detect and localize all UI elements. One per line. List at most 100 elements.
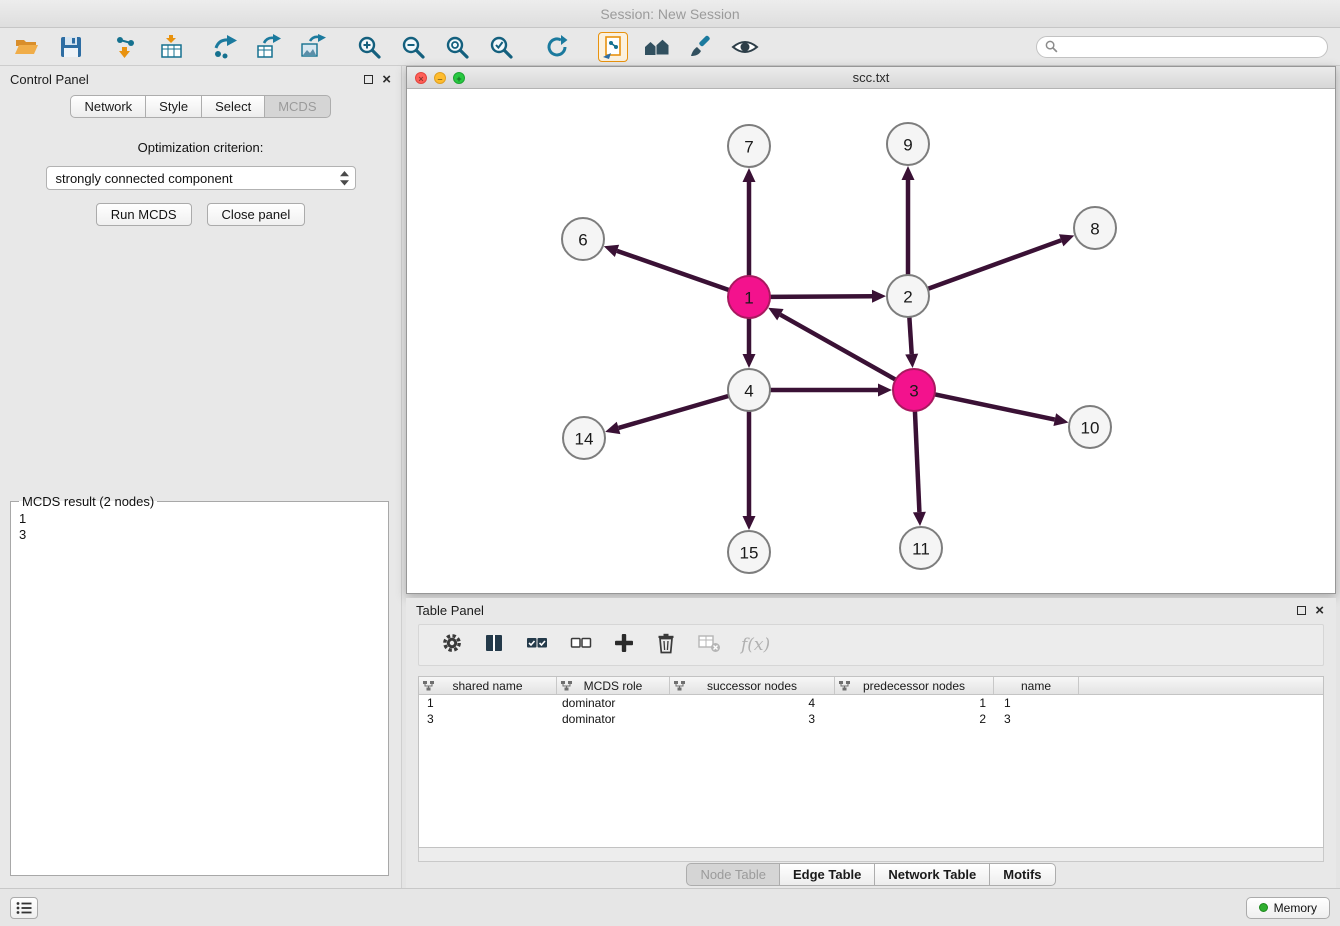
search-icon (1045, 40, 1058, 53)
graph-edge-arrowhead (878, 384, 892, 397)
tab-node-table[interactable]: Node Table (686, 863, 780, 886)
tab-network-table[interactable]: Network Table (875, 863, 990, 886)
mcds-result-box[interactable]: MCDS result (2 nodes) 1 3 (10, 494, 389, 876)
search-field[interactable] (1036, 36, 1328, 58)
column-header-shared-name[interactable]: shared name (419, 677, 557, 694)
style-brush-icon[interactable] (686, 32, 716, 62)
cell-successor-nodes: 4 (670, 696, 835, 710)
network-canvas[interactable]: 1234678910111415 (407, 89, 1335, 593)
graph-node-label: 8 (1090, 220, 1099, 239)
memory-status-icon (1259, 903, 1268, 912)
graph-edge-arrowhead (1053, 413, 1068, 426)
delete-table-icon (697, 633, 721, 658)
export-network-icon[interactable] (210, 32, 240, 62)
table-panel-title: Table Panel (416, 603, 484, 618)
export-image-icon[interactable] (298, 32, 328, 62)
graph-edge-1-6 (617, 251, 729, 290)
import-network-icon[interactable] (112, 32, 142, 62)
tab-select[interactable]: Select (202, 95, 265, 118)
deselect-all-rows-icon[interactable] (569, 632, 593, 659)
cell-predecessor-nodes: 1 (835, 696, 994, 710)
duplicate-network-icon[interactable] (598, 32, 628, 62)
close-panel-icon[interactable]: × (382, 75, 391, 84)
save-session-icon[interactable] (56, 32, 86, 62)
graph-node-label: 1 (744, 289, 753, 308)
graph-edge-arrowhead (743, 354, 756, 368)
graph-edge-arrowhead (604, 245, 619, 257)
network-overview-icon[interactable] (642, 32, 672, 62)
graph-edge-1-2 (770, 296, 872, 297)
import-table-icon[interactable] (156, 32, 186, 62)
status-bar: Memory (0, 888, 1340, 926)
graph-node-label: 9 (903, 136, 912, 155)
float-table-panel-icon[interactable] (1297, 606, 1306, 615)
column-edit-icon (423, 681, 434, 691)
graph-node-label: 7 (744, 138, 753, 157)
graph-edge-3-11 (915, 411, 919, 512)
close-panel-button[interactable]: Close panel (207, 203, 306, 226)
tab-network[interactable]: Network (70, 95, 146, 118)
cell-shared-name: 1 (419, 696, 557, 710)
column-header-successor-nodes[interactable]: successor nodes (670, 677, 835, 694)
search-input[interactable] (1058, 40, 1319, 54)
tab-style[interactable]: Style (146, 95, 202, 118)
minimize-window-icon[interactable]: – (434, 72, 446, 84)
column-header-mcds-role[interactable]: MCDS role (557, 677, 670, 694)
table-settings-gear-icon[interactable] (441, 632, 463, 659)
table-header-row: shared name MCDS role successor nodes pr… (419, 677, 1323, 695)
zoom-out-icon[interactable] (398, 32, 428, 62)
task-history-button[interactable] (10, 897, 38, 919)
zoom-fit-icon[interactable] (442, 32, 472, 62)
column-edit-icon (674, 681, 685, 691)
tab-motifs[interactable]: Motifs (990, 863, 1055, 886)
table-horizontal-scrollbar[interactable] (418, 848, 1324, 862)
graph-edge-3-1 (780, 315, 895, 380)
run-mcds-button[interactable]: Run MCDS (96, 203, 192, 226)
cell-mcds-role: dominator (557, 696, 670, 710)
close-table-panel-icon[interactable]: × (1315, 606, 1324, 615)
control-panel-tabs: Network Style Select MCDS (0, 95, 401, 118)
cell-shared-name: 3 (419, 712, 557, 726)
graph-node-label: 10 (1081, 419, 1100, 438)
window-title: Session: New Session (0, 0, 1340, 28)
network-view-window: × – + scc.txt 1234678910111415 (406, 66, 1336, 594)
delete-column-trash-icon[interactable] (655, 632, 677, 659)
export-table-icon[interactable] (254, 32, 284, 62)
column-header-name[interactable]: name (994, 677, 1079, 694)
optimization-criterion-select[interactable]: strongly connected component (46, 166, 356, 190)
optimization-criterion-label: Optimization criterion: (0, 140, 401, 155)
zoom-in-icon[interactable] (354, 32, 384, 62)
graph-edge-arrowhead (913, 512, 926, 526)
show-columns-icon[interactable] (483, 632, 505, 659)
table-row[interactable]: 3 dominator 3 2 3 (419, 711, 1323, 727)
dropdown-value: strongly connected component (56, 171, 233, 186)
graph-edge-3-10 (935, 394, 1055, 419)
close-window-icon[interactable]: × (415, 72, 427, 84)
add-column-plus-icon[interactable] (613, 632, 635, 659)
tab-mcds[interactable]: MCDS (265, 95, 330, 118)
column-edit-icon (561, 681, 572, 691)
table-row[interactable]: 1 dominator 4 1 1 (419, 695, 1323, 711)
graph-edge-arrowhead (872, 290, 886, 303)
float-panel-icon[interactable] (364, 75, 373, 84)
select-all-rows-icon[interactable] (525, 632, 549, 659)
dropdown-stepper-icon (340, 171, 349, 186)
graph-edge-arrowhead (743, 168, 756, 182)
graph-edge-arrowhead (1059, 234, 1074, 246)
tab-edge-table[interactable]: Edge Table (780, 863, 875, 886)
graph-node-label: 3 (909, 382, 918, 401)
show-hide-eye-icon[interactable] (730, 32, 760, 62)
open-session-icon[interactable] (12, 32, 42, 62)
zoom-selected-icon[interactable] (486, 32, 516, 62)
graph-node-label: 14 (575, 430, 594, 449)
mcds-result-title: MCDS result (2 nodes) (19, 494, 157, 509)
maximize-window-icon[interactable]: + (453, 72, 465, 84)
list-icon (16, 901, 32, 915)
graph-edge-arrowhead (905, 354, 918, 368)
apply-layout-icon[interactable] (542, 32, 572, 62)
graph-node-label: 11 (912, 540, 930, 559)
memory-button[interactable]: Memory (1246, 897, 1330, 919)
cell-predecessor-nodes: 2 (835, 712, 994, 726)
cell-mcds-role: dominator (557, 712, 670, 726)
column-header-predecessor-nodes[interactable]: predecessor nodes (835, 677, 994, 694)
